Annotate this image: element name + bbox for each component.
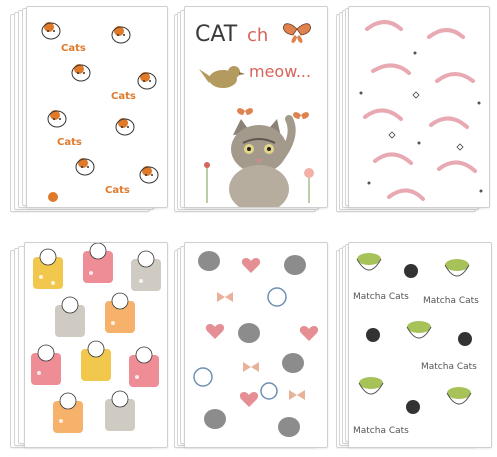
notebook-cover-pocket-cats bbox=[24, 242, 168, 448]
pattern-text: Cats bbox=[105, 185, 130, 196]
notebook-stack-pink-cats bbox=[336, 6, 490, 214]
notebook-stack-matcha-cats: Matcha Cats Matcha Cats Matcha Cats Matc… bbox=[336, 242, 492, 452]
notebook-cover-yarn-cats bbox=[184, 242, 328, 448]
pattern-text: Cats bbox=[57, 137, 82, 148]
cover-title-part1: CAT bbox=[195, 22, 238, 47]
notebook-stack-calico-cats: Cats Cats Cats Cats bbox=[10, 6, 168, 214]
notebook-cover-catch-meow: CAT ch meow... bbox=[184, 6, 328, 208]
pattern-text: Matcha Cats bbox=[353, 292, 409, 302]
bird-icon bbox=[199, 66, 245, 88]
notebook-cover-calico-cats: Cats Cats Cats Cats bbox=[26, 6, 168, 208]
notebook-stack-yarn-cats bbox=[174, 242, 330, 452]
calico-cat-pattern: Cats Cats Cats Cats bbox=[41, 22, 159, 202]
matcha-cat-pattern: Matcha Cats Matcha Cats Matcha Cats Matc… bbox=[353, 253, 479, 436]
pocket-cat-pattern bbox=[31, 243, 161, 433]
kitten-illustration bbox=[229, 115, 296, 207]
notebook-cover-matcha-cats: Matcha Cats Matcha Cats Matcha Cats Matc… bbox=[348, 242, 492, 448]
notebook-stack-pocket-cats bbox=[10, 242, 168, 452]
notebook-stack-catch-meow: CAT ch meow... bbox=[174, 6, 330, 214]
pattern-text: Matcha Cats bbox=[423, 296, 479, 306]
butterfly-icon bbox=[283, 23, 311, 43]
pattern-text: Matcha Cats bbox=[421, 362, 477, 372]
cover-title-part2: ch bbox=[247, 25, 268, 46]
catch-meow-illustration: CAT ch meow... bbox=[195, 22, 314, 207]
notebook-cover-pink-cats bbox=[348, 6, 490, 208]
cover-subtitle: meow... bbox=[249, 62, 311, 81]
butterfly-icon bbox=[237, 108, 253, 115]
yarn-cat-pattern bbox=[193, 251, 319, 437]
butterfly-icon bbox=[293, 112, 309, 119]
pattern-text: Cats bbox=[111, 91, 136, 102]
pattern-text: Matcha Cats bbox=[353, 426, 409, 436]
pink-cat-pattern bbox=[359, 20, 483, 201]
pattern-text: Cats bbox=[61, 43, 86, 54]
